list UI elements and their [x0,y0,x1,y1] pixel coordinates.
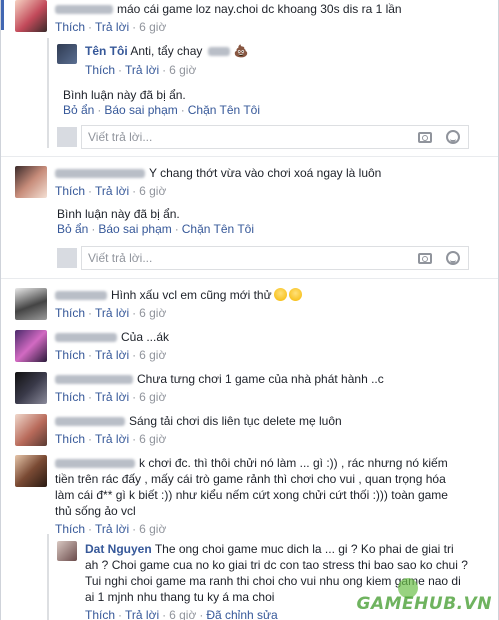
timestamp[interactable]: 6 giờ [139,432,166,446]
avatar[interactable] [15,455,47,487]
emoji-icon[interactable] [446,130,460,144]
comment-text: Sáng tải chơi dis liên tục delete mẹ luô… [129,414,342,428]
timestamp[interactable]: 6 giờ [139,184,166,198]
comment-text: Y chang thớt vừa vào chơi xoá ngay là lu… [149,166,382,180]
author-name[interactable]: Tên Tôi [85,44,128,58]
author-name[interactable]: Dat Nguyen [85,542,152,556]
comment-text: máo cái game loz nay.choi dc khoang 30s … [117,2,402,16]
removed-notice: Bình luận này đã bị ẩn. [57,207,180,221]
reply-link[interactable]: Trả lời [95,432,129,446]
avatar[interactable] [15,330,47,362]
thread-line [47,534,49,620]
watermark: GAMEHUB.VN [356,594,492,614]
comment: Hình xấu vcl em cũng mới thử Thích · Trả l… [15,288,485,321]
like-link[interactable]: Thích [55,184,85,198]
redacted-name [55,5,113,15]
reply-link[interactable]: Trả lời [125,608,159,620]
comment: máo cái game loz nay.choi dc khoang 30s … [15,0,485,35]
like-link[interactable]: Thích [55,348,85,362]
redacted-name [55,375,133,385]
timestamp[interactable]: 6 giờ [139,390,166,404]
divider [1,156,498,157]
reply-link[interactable]: Trả lời [95,306,129,320]
comment-text: Chưa tưng chơi 1 game của nhà phát hành … [137,372,384,386]
reply-placeholder: Viết trả lời... [88,130,153,144]
like-link[interactable]: Thích [55,306,85,320]
reply-link[interactable]: Trả lời [95,184,129,198]
comment: k chơi đc. thì thôi chửi nó làm ... gì :… [15,455,475,537]
removed-notice: Bình luận này đã bị ẩn. [63,88,186,102]
divider [1,278,498,279]
like-link[interactable]: Thích [85,608,115,620]
avatar[interactable] [57,541,77,561]
comment: Sáng tải chơi dis liên tục delete mẹ luô… [15,414,485,447]
my-avatar [57,127,77,147]
report-link[interactable]: Báo sai phạm [104,103,177,117]
reply-link[interactable]: Trả lời [95,348,129,362]
timestamp[interactable]: 6 giờ [169,63,196,77]
comment-thread: máo cái game loz nay.choi dc khoang 30s … [0,0,499,620]
my-avatar [57,248,77,268]
comment-text: Anti, tẩy chay [130,44,206,58]
timestamp[interactable]: 6 giờ [139,306,166,320]
timestamp[interactable]: 6 giờ [139,522,166,536]
block-link[interactable]: Chặn Tên Tôi [182,222,254,236]
reply-link[interactable]: Trả lời [95,522,129,536]
laughing-emoji-icon [288,288,302,301]
comment-text: Của ...ák [121,330,170,344]
removed-actions: Bỏ ẩn · Báo sai phạm · Chặn Tên Tôi [57,222,255,236]
like-link[interactable]: Thích [55,432,85,446]
like-link[interactable]: Thích [55,522,85,536]
report-link[interactable]: Báo sai phạm [98,222,171,236]
redacted-name [55,169,145,179]
reply-link[interactable]: Trả lời [95,390,129,404]
comment-text: Hình xấu vcl em cũng mới thử [111,288,272,302]
comment: Y chang thớt vừa vào chơi xoá ngay là lu… [15,166,485,199]
unhide-link[interactable]: Bỏ ẩn [57,222,88,236]
like-link[interactable]: Thích [55,20,85,34]
redacted-text [207,47,230,57]
reply-input[interactable]: Viết trả lời... [81,125,469,149]
reply-link[interactable]: Trả lời [125,63,159,77]
reply-link[interactable]: Trả lời [95,20,129,34]
redacted-name [55,417,125,427]
reply-input[interactable]: Viết trả lời... [81,246,469,270]
avatar[interactable] [15,166,47,198]
unhide-link[interactable]: Bỏ ẩn [63,103,94,117]
timestamp[interactable]: 6 giờ [139,20,166,34]
reply-placeholder: Viết trả lời... [88,251,153,265]
redacted-name [55,333,117,343]
like-link[interactable]: Thích [85,63,115,77]
removed-actions: Bỏ ẩn · Báo sai phạm · Chặn Tên Tôi [63,103,261,117]
avatar[interactable] [57,44,77,64]
like-link[interactable]: Thích [55,390,85,404]
timestamp[interactable]: 6 giờ [139,348,166,362]
block-link[interactable]: Chặn Tên Tôi [188,103,260,117]
comment: Chưa tưng chơi 1 game của nhà phát hành … [15,372,485,405]
thread-line [47,38,49,148]
avatar[interactable] [15,288,47,320]
reply-comment: Tên Tôi Anti, tẩy chay 💩 Thích · Trả lời · 6… [57,44,477,78]
emoji-icon: 💩 [233,44,249,58]
avatar[interactable] [15,414,47,446]
redacted-name [55,291,107,301]
redacted-name [55,459,135,469]
highlight-edge [1,0,4,30]
edit-history-link[interactable]: Đã chỉnh sửa [206,608,277,620]
avatar[interactable] [15,0,47,32]
emoji-icon[interactable] [446,251,460,265]
timestamp[interactable]: 6 giờ [169,608,196,620]
laughing-emoji-icon [273,288,287,301]
camera-icon[interactable] [418,132,432,143]
avatar[interactable] [15,372,47,404]
comment: Của ...ák Thích · Trả lời · 6 giờ [15,330,485,363]
camera-icon[interactable] [418,253,432,264]
